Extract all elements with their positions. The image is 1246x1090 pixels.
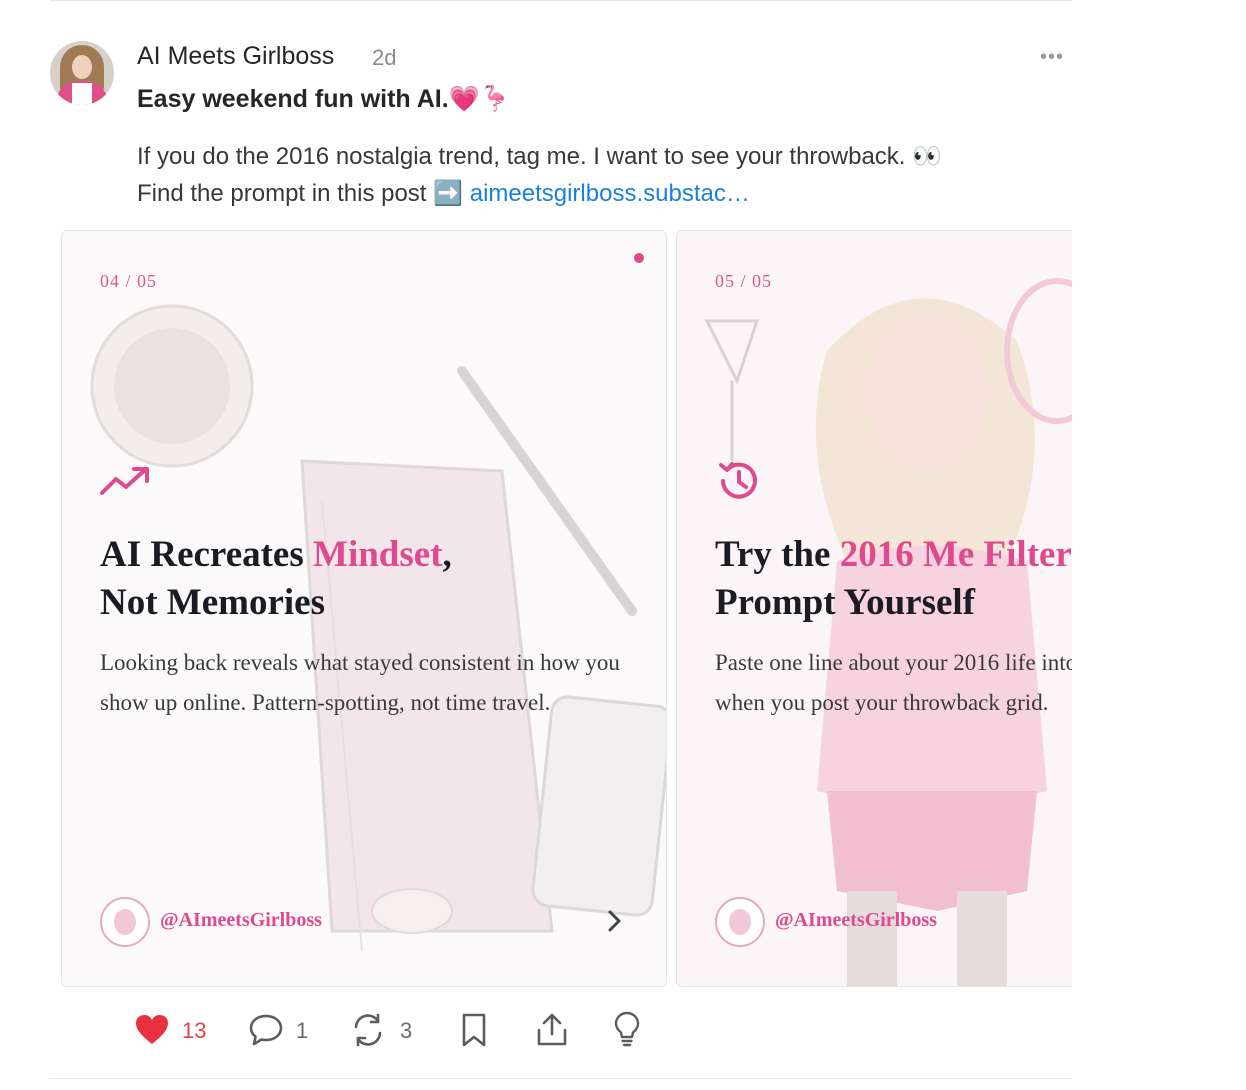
headline-emoji: 💗🦩 bbox=[448, 84, 511, 113]
top-divider bbox=[50, 0, 1072, 1]
like-count: 13 bbox=[182, 1018, 207, 1043]
title-highlight: 2016 Me Filter bbox=[839, 534, 1072, 575]
slide-handle: @AImeetsGirlboss bbox=[160, 909, 322, 931]
post-body: If you do the 2016 nostalgia trend, tag … bbox=[137, 138, 942, 212]
headline-text: Easy weekend fun with AI. bbox=[137, 85, 449, 113]
lightbulb-icon bbox=[614, 1011, 640, 1047]
restack-icon bbox=[354, 1013, 382, 1047]
slide-description: Paste one line about your 2016 life into… bbox=[715, 650, 1072, 715]
bottom-divider bbox=[50, 1078, 1072, 1079]
restack-count: 3 bbox=[400, 1018, 413, 1043]
slide-description: Looking back reveals what stayed consist… bbox=[100, 650, 620, 715]
chevron-right-icon[interactable] bbox=[602, 907, 626, 935]
comment-icon bbox=[249, 1014, 283, 1046]
share-icon bbox=[537, 1013, 567, 1046]
post-headline: Easy weekend fun with AI.💗🦩 bbox=[137, 84, 511, 114]
indicator-dot bbox=[634, 253, 644, 263]
bookmark-icon bbox=[462, 1013, 486, 1047]
image-carousel[interactable]: 04 / 05 AI Recreates Mindset, Not Memori… bbox=[60, 230, 1072, 987]
title-line2: Prompt Yourself bbox=[715, 582, 975, 623]
post-timestamp[interactable]: 2d bbox=[372, 45, 396, 71]
slide-title: AI Recreates Mindset, Not Memories bbox=[100, 531, 452, 627]
eyes-emoji: 👀 bbox=[912, 142, 943, 170]
brand-logo-icon bbox=[100, 897, 150, 947]
slide-title: Try the 2016 Me Filter Prompt Yourself bbox=[715, 531, 1072, 627]
slide-handle: @AImeetsGirlboss bbox=[775, 909, 937, 931]
title-text-end: , bbox=[442, 534, 452, 575]
carousel-slide[interactable]: 04 / 05 AI Recreates Mindset, Not Memori… bbox=[61, 230, 667, 987]
slide-counter: 05 / 05 bbox=[715, 271, 773, 291]
share-button[interactable] bbox=[534, 1008, 570, 1052]
brand-logo-icon bbox=[715, 897, 765, 947]
author-avatar[interactable] bbox=[50, 41, 114, 105]
bookmark-button[interactable] bbox=[458, 1008, 490, 1052]
title-text: Try the bbox=[715, 534, 840, 575]
lightbulb-button[interactable] bbox=[612, 1008, 642, 1052]
arrow-right-emoji: ➡️ bbox=[433, 179, 464, 207]
comment-count: 1 bbox=[296, 1018, 309, 1043]
title-highlight: Mindset bbox=[313, 534, 443, 575]
history-icon bbox=[719, 462, 757, 499]
title-text: AI Recreates bbox=[100, 534, 314, 575]
slide-counter: 04 / 05 bbox=[100, 271, 158, 291]
trending-up-icon bbox=[100, 467, 149, 495]
body-line1: If you do the 2016 nostalgia trend, tag … bbox=[137, 143, 906, 170]
body-line2: Find the prompt in this post bbox=[137, 180, 427, 207]
more-options-icon[interactable]: ••• bbox=[1040, 46, 1064, 69]
post-link[interactable]: aimeetsgirlboss.substac… bbox=[470, 180, 750, 207]
heart-icon bbox=[136, 1015, 168, 1044]
title-line2: Not Memories bbox=[100, 582, 325, 623]
carousel-slide[interactable]: 05 / 05 Try the 2016 Me Filter Prompt Yo… bbox=[676, 230, 1072, 987]
author-name[interactable]: AI Meets Girlboss bbox=[137, 42, 334, 71]
post-actions-bar: 13 1 3 bbox=[134, 1008, 654, 1052]
